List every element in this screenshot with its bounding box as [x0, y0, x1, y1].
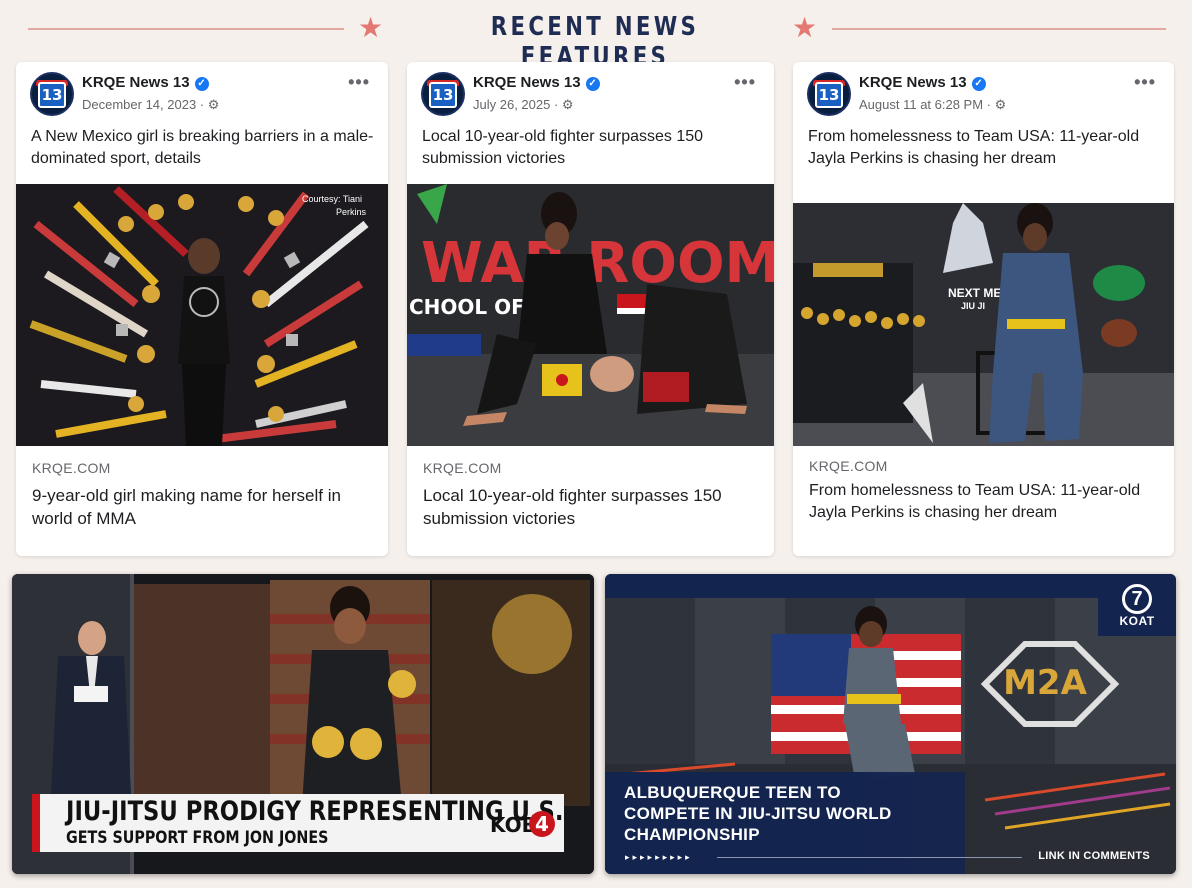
koat-station: KOAT — [1119, 614, 1155, 628]
avatar-text: 13 — [429, 82, 457, 108]
star-icon: ★ — [792, 12, 818, 43]
link-preview[interactable]: KRQE.COM 9-year-old girl making name for… — [16, 446, 388, 556]
link-preview[interactable]: KRQE.COM Local 10-year-old fighter surpa… — [407, 446, 774, 556]
link-domain: KRQE.COM — [809, 458, 888, 474]
photo-credit: Courtesy: Tiani — [302, 194, 362, 204]
svg-text:4: 4 — [535, 812, 549, 836]
svg-text:Perkins: Perkins — [336, 207, 367, 217]
page-name[interactable]: KRQE News 13 ✓ — [859, 74, 986, 91]
avatar[interactable]: 13 — [30, 72, 74, 116]
svg-text:CHOOL OF: CHOOL OF — [409, 295, 525, 319]
avatar[interactable]: 13 — [807, 72, 851, 116]
verified-badge-icon: ✓ — [585, 77, 600, 91]
avatar[interactable]: 13 — [421, 72, 465, 116]
facebook-post-card[interactable]: 13 KRQE News 13 ✓ August 11 at 6:28 PM · … — [793, 62, 1174, 556]
wall-logo: M2A — [1003, 663, 1087, 703]
link-in-comments-label[interactable]: LINK IN COMMENTS — [1038, 850, 1150, 862]
post-photo[interactable]: WAR ROOM CHOOL OF — [407, 184, 774, 446]
link-domain: KRQE.COM — [32, 460, 111, 476]
facebook-post-card[interactable]: 13 KRQE News 13 ✓ July 26, 2025 · ⚙ ••• L… — [407, 62, 774, 556]
grappling-photo: WAR ROOM CHOOL OF — [407, 184, 774, 446]
page-name[interactable]: KRQE News 13 ✓ — [82, 74, 209, 91]
header-rule-right — [832, 28, 1166, 30]
kob-video-thumbnail[interactable]: JIU-JITSU PRODIGY REPRESENTING U.S. GETS… — [12, 574, 594, 874]
post-date[interactable]: December 14, 2023 · ⚙ — [82, 97, 219, 113]
post-header: 13 KRQE News 13 ✓ August 11 at 6:28 PM · … — [807, 72, 1160, 116]
photo-sign: NEXT ME — [948, 286, 1001, 300]
koat-channel: 7 — [1122, 584, 1152, 614]
header-rule-left — [28, 28, 344, 30]
avatar-text: 13 — [815, 82, 843, 108]
post-photo[interactable]: NEXT ME JIU JI — [793, 203, 1174, 446]
post-caption: A New Mexico girl is breaking barriers i… — [31, 128, 374, 167]
verified-badge-icon: ✓ — [194, 77, 209, 91]
photo-sign: WAR ROOM — [421, 231, 774, 296]
post-header: 13 KRQE News 13 ✓ July 26, 2025 · ⚙ ••• — [421, 72, 760, 116]
star-icon: ★ — [358, 12, 384, 43]
post-date[interactable]: August 11 at 6:28 PM · ⚙ — [859, 97, 1006, 113]
facebook-post-card[interactable]: 13 KRQE News 13 ✓ December 14, 2023 · ⚙ •… — [16, 62, 388, 556]
post-header: 13 KRQE News 13 ✓ December 14, 2023 · ⚙ •… — [30, 72, 374, 116]
gear-icon: ⚙ — [994, 97, 1007, 112]
link-title[interactable]: Local 10-year-old fighter surpasses 150 … — [423, 484, 758, 530]
kob-headline: JIU-JITSU PRODIGY REPRESENTING U.S. — [66, 796, 564, 827]
koat-logo: 7 KOAT — [1098, 574, 1176, 636]
koat-video-thumbnail[interactable]: M2A 7 KOAT ALBUQUERQUE TEEN TO COMPETE I… — [605, 574, 1176, 874]
koat-headline: ALBUQUERQUE TEEN TO COMPETE IN JIU-JITSU… — [624, 783, 892, 844]
gear-icon: ⚙ — [207, 97, 220, 112]
link-title[interactable]: From homelessness to Team USA: 11-year-o… — [809, 480, 1158, 524]
post-photo[interactable]: Courtesy: Tiani Perkins — [16, 184, 388, 446]
kob-subhead: GETS SUPPORT FROM JON JONES — [66, 828, 329, 848]
medals-photo: Courtesy: Tiani Perkins — [16, 184, 388, 446]
post-caption: Local 10-year-old fighter surpasses 150 … — [422, 128, 704, 167]
more-options-icon[interactable]: ••• — [734, 72, 756, 93]
svg-text:JIU JI: JIU JI — [961, 301, 985, 311]
link-preview[interactable]: KRQE.COM From homelessness to Team USA: … — [793, 446, 1174, 556]
section-header: ★ RECENT NEWS FEATURES ★ — [0, 8, 1192, 72]
arrows-decoration: ▸▸▸▸▸▸▸▸▸ — [625, 852, 693, 862]
link-title[interactable]: 9-year-old girl making name for herself … — [32, 484, 372, 530]
page-name[interactable]: KRQE News 13 ✓ — [473, 74, 600, 91]
post-date[interactable]: July 26, 2025 · ⚙ — [473, 97, 574, 113]
verified-badge-icon: ✓ — [971, 77, 986, 91]
kob-logo: KOB 4 — [490, 804, 556, 844]
avatar-text: 13 — [38, 82, 66, 108]
more-options-icon[interactable]: ••• — [1134, 72, 1156, 93]
team-usa-photo: NEXT ME JIU JI — [793, 203, 1174, 446]
gear-icon: ⚙ — [561, 97, 574, 112]
link-domain: KRQE.COM — [423, 460, 502, 476]
post-caption: From homelessness to Team USA: 11-year-o… — [808, 128, 1140, 167]
more-options-icon[interactable]: ••• — [348, 72, 370, 93]
lower-third-banner: JIU-JITSU PRODIGY REPRESENTING U.S. GETS… — [32, 794, 564, 852]
